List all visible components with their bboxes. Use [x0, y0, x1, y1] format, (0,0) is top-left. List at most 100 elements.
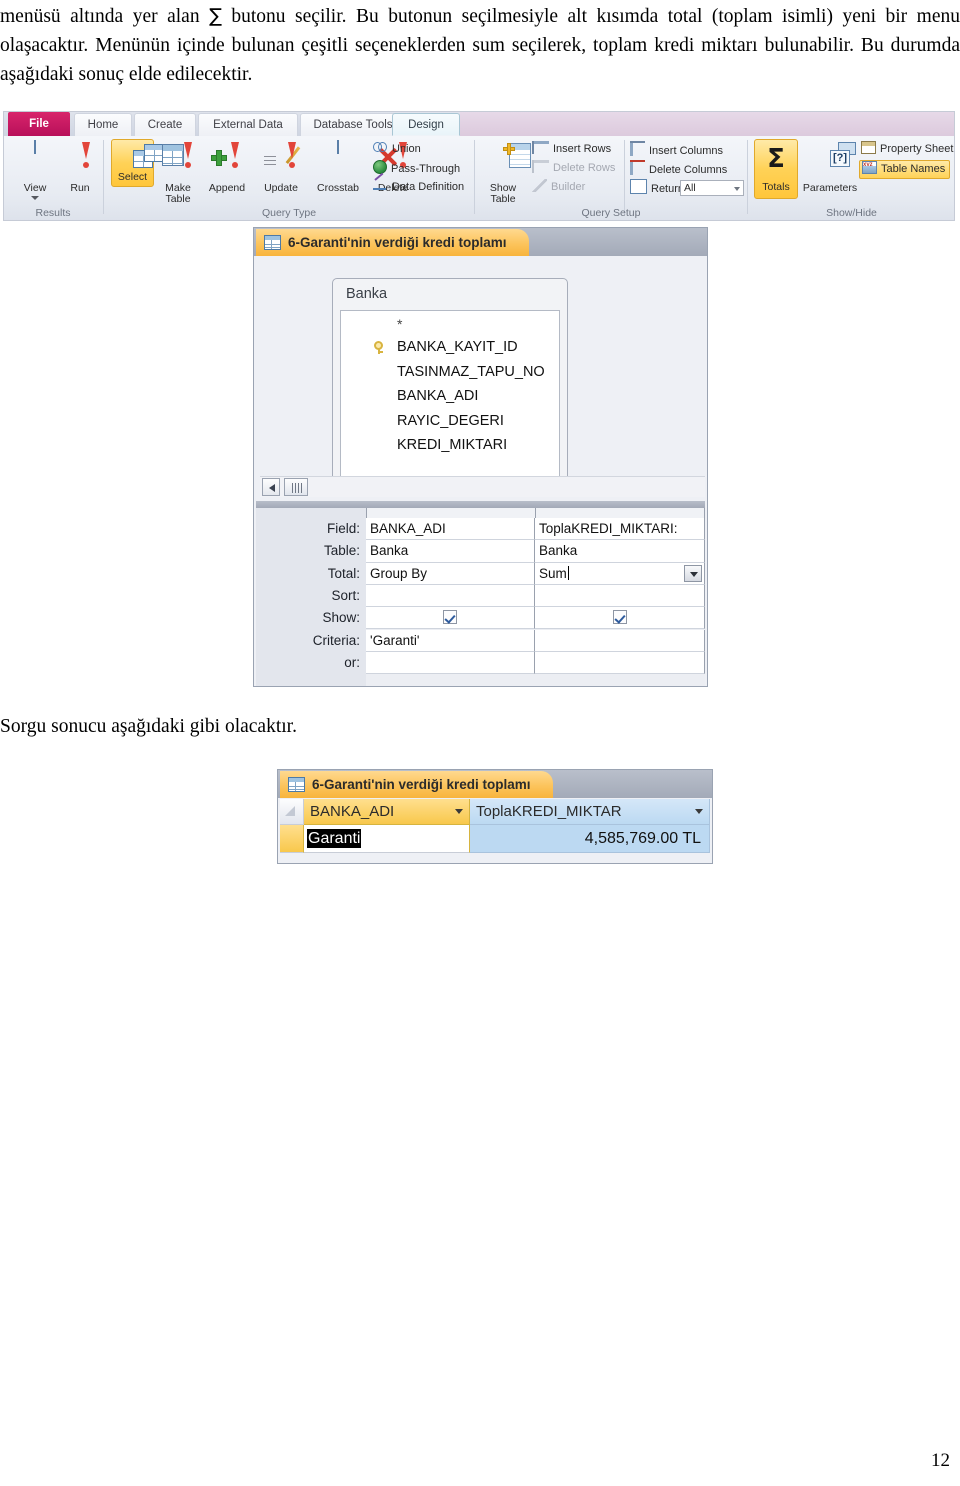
table-names-item[interactable]: Table Names	[859, 157, 951, 179]
row-label-field: Field:	[326, 521, 360, 536]
table-view-icon	[34, 140, 36, 154]
pane-splitter[interactable]	[256, 501, 705, 508]
cell-banka-adi[interactable]: Garanti	[304, 825, 470, 853]
field-list-table-name: Banka	[346, 286, 388, 302]
ribbon-group-results: View Run Results	[4, 136, 102, 220]
delete-columns-label: Delete Columns	[649, 164, 728, 176]
row-selector[interactable]	[280, 825, 304, 853]
insert-rows-item[interactable]: Insert Rows	[532, 141, 611, 158]
group-divider-3	[747, 140, 748, 214]
grid-cell-show-col1[interactable]	[366, 607, 535, 630]
show-checkbox-col2[interactable]	[612, 610, 627, 625]
tab-create[interactable]: Create	[134, 113, 196, 136]
field-list-banka[interactable]: Banka * BANKA_KAYIT_ID TASINMAZ_TAPU_NO …	[332, 278, 568, 490]
parameters-label: Parameters	[802, 182, 858, 194]
chevron-down-icon[interactable]	[31, 196, 39, 200]
page-number: 12	[931, 1450, 950, 1471]
result-document-tab[interactable]: 6-Garanti'nin verdiği kredi toplamı	[280, 771, 553, 798]
grid-cell-field-col2[interactable]: ToplaKREDI_MIKTARI:	[535, 518, 705, 541]
totals-label: Totals	[762, 181, 790, 193]
tab-database-tools[interactable]: Database Tools	[300, 113, 406, 136]
select-query-button[interactable]: Select	[111, 139, 164, 187]
group-inner-divider	[624, 140, 625, 214]
query-document-tab[interactable]: 6-Garanti'nin verdiği kredi toplamı	[256, 229, 529, 256]
grid-cell-total-col2[interactable]: Sum	[535, 562, 705, 585]
chevron-down-icon[interactable]	[695, 809, 703, 814]
return-dropdown[interactable]: All	[680, 180, 744, 196]
grid-cell-table-col2[interactable]: Banka	[535, 540, 705, 563]
total-dropdown-arrow-icon[interactable]	[684, 564, 702, 582]
column-header-banka-adi[interactable]: BANKA_ADI	[304, 799, 470, 825]
grid-cell-criteria-col1[interactable]: 'Garanti'	[366, 629, 535, 652]
crosstab-query-label: Crosstab	[316, 182, 359, 194]
grid-cell-sort-col2[interactable]	[535, 584, 705, 608]
pass-through-item[interactable]: Pass-Through	[373, 160, 460, 177]
union-item[interactable]: Union	[373, 141, 421, 158]
chevron-down-icon[interactable]	[734, 187, 740, 191]
ribbon-body: View Run Results Select Make Table Appen…	[4, 136, 954, 220]
row-label-table: Table:	[323, 543, 360, 559]
prose-text-part1: menüsü altında yer alan	[0, 6, 210, 27]
group-divider-1	[103, 140, 104, 214]
builder-icon	[532, 179, 547, 192]
field-label: BANKA_KAYIT_ID	[397, 339, 518, 355]
query-grid-row-total: Total: Group By Sum	[256, 562, 705, 585]
totals-button[interactable]: Σ Totals	[754, 139, 798, 199]
data-definition-label: Data Definition	[392, 181, 465, 193]
grid-cell-or-col1[interactable]	[366, 651, 535, 675]
query-grid-row-field: Field: BANKA_ADI ToplaKREDI_MIKTARI:	[256, 518, 705, 541]
tab-home[interactable]: Home	[74, 113, 132, 136]
tab-file[interactable]: File	[8, 112, 70, 136]
group-label-query-setup: Query Setup	[581, 207, 641, 219]
field-list-item-tasinmaz-tapu-no[interactable]: TASINMAZ_TAPU_NO	[341, 360, 559, 385]
table-names-icon	[862, 157, 877, 174]
delete-columns-icon	[630, 160, 645, 175]
delete-columns-item[interactable]: Delete Columns	[630, 160, 727, 177]
chevron-down-icon[interactable]	[455, 809, 463, 814]
query-grid-row-or: or:	[256, 651, 705, 675]
insert-columns-icon	[630, 141, 645, 156]
field-list-item-star[interactable]: *	[341, 313, 559, 335]
field-list-item-kredi-miktari[interactable]: KREDI_MIKTARI	[341, 433, 559, 458]
scroll-left-arrow-icon[interactable]	[262, 478, 280, 496]
query-grid-row-criteria: Criteria: 'Garanti'	[256, 629, 705, 652]
grid-cell-total-col1[interactable]: Group By	[366, 562, 535, 585]
field-list-item-banka-kayit-id[interactable]: BANKA_KAYIT_ID	[341, 335, 559, 360]
field-list-item-banka-adi[interactable]: BANKA_ADI	[341, 384, 559, 409]
grid-cell-field-col1[interactable]: BANKA_ADI	[366, 518, 535, 541]
return-icon	[630, 179, 647, 194]
union-label: Union	[392, 143, 421, 155]
select-all-corner[interactable]	[280, 799, 304, 825]
grid-cell-or-col2[interactable]	[535, 651, 705, 675]
horizontal-scrollbar[interactable]	[260, 476, 705, 497]
scrollbar-thumb[interactable]	[284, 478, 308, 496]
return-value: All	[684, 182, 696, 194]
property-sheet-item[interactable]: Property Sheet	[861, 141, 953, 158]
column-header-label: ToplaKREDI_MIKTAR	[476, 803, 622, 820]
crosstab-query-icon	[337, 140, 339, 154]
show-checkbox-col1[interactable]	[443, 610, 457, 625]
insert-columns-item[interactable]: Insert Columns	[630, 141, 723, 158]
update-query-label: Update	[264, 182, 298, 194]
query-window-tabbar: 6-Garanti'nin verdiği kredi toplamı	[254, 228, 707, 256]
sigma-totals-icon: Σ	[767, 144, 785, 174]
grid-cell-show-col2[interactable]	[535, 607, 705, 630]
cell-toplam-kredi[interactable]: 4,585,769.00 TL	[470, 825, 710, 853]
result-window-tabbar: 6-Garanti'nin verdiği kredi toplamı	[278, 770, 712, 798]
group-label-show-hide: Show/Hide	[826, 207, 877, 219]
column-header-toplakredi-miktar[interactable]: ToplaKREDI_MIKTAR	[470, 799, 710, 825]
query-grid-row-table: Table: Banka Banka	[256, 540, 705, 563]
tab-external-data[interactable]: External Data	[198, 113, 298, 136]
query-icon	[288, 777, 305, 792]
grid-cell-sort-col1[interactable]	[366, 584, 535, 608]
tab-design[interactable]: Design	[392, 113, 460, 136]
grid-cell-criteria-col2[interactable]	[535, 629, 705, 652]
view-button-label: View	[23, 182, 47, 194]
pass-through-label: Pass-Through	[391, 163, 461, 175]
union-icon	[373, 141, 388, 154]
pass-through-globe-icon	[373, 160, 387, 174]
grid-cell-table-col1[interactable]: Banka	[366, 540, 535, 563]
field-list-item-rayic-degeri[interactable]: RAYIC_DEGERI	[341, 409, 559, 434]
text-caret	[567, 565, 569, 580]
data-definition-item[interactable]: Data Definition	[373, 179, 464, 196]
